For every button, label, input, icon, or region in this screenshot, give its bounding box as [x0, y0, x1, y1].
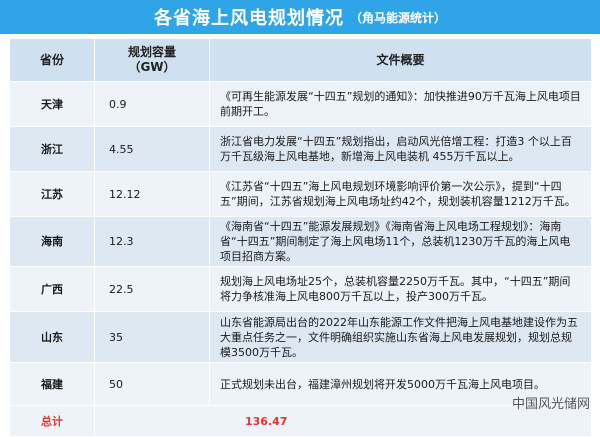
header-capacity-line2: （GW）: [128, 60, 176, 74]
row-summary: 规划海上风电场址25个，总装机容量2250万千瓦。其中，“十四五”期间将力争核准…: [209, 266, 592, 312]
planning-table: 省份 规划容量 （GW） 文件概要 天津 0.9 《可再生能源发展“十四五”规划…: [9, 38, 592, 437]
watermark: 中国风光储网: [511, 397, 590, 412]
row-summary: 《江苏省“十四五”海上风电规划环境影响评价第一次公示》，提到“十四五”期间，江苏…: [209, 171, 592, 217]
row-province: 天津: [9, 81, 95, 127]
table-row: 福建 50 正式规划未出台，福建漳州规划将开发5000万千瓦海上风电项目。: [9, 362, 592, 406]
title-bar: 各省海上风电规划情况 （角马能源统计）: [0, 0, 600, 34]
row-capacity: 0.9: [94, 81, 210, 127]
header-capacity-line1: 规划容量: [127, 45, 176, 59]
row-province: 海南: [9, 216, 95, 267]
table-header-row: 省份 规划容量 （GW） 文件概要: [9, 38, 592, 82]
row-summary: 山东省能源局出台的2022年山东能源工作文件把海上风电基地建设作为五大重点任务之…: [209, 311, 592, 363]
row-province: 山东: [9, 311, 95, 363]
page-title: 各省海上风电规划情况: [153, 8, 344, 29]
row-province: 浙江: [9, 126, 95, 172]
row-summary: 浙江省电力发展“十四五”规划指出，启动风光倍增工程：打造3 个以上百万千瓦级海上…: [209, 126, 592, 172]
header-capacity: 规划容量 （GW）: [94, 38, 210, 82]
page-subtitle: （角马能源统计）: [349, 10, 446, 25]
row-summary: 《海南省“十四五”能源发展规划》《海南省海上风电场工程规划》：海南省“十四五”期…: [209, 216, 592, 267]
table-row: 天津 0.9 《可再生能源发展“十四五”规划的通知》：加快推进90万千瓦海上风电…: [9, 81, 592, 127]
row-capacity: 22.5: [94, 266, 210, 312]
table-row: 广西 22.5 规划海上风电场址25个，总装机容量2250万千瓦。其中，“十四五…: [9, 266, 592, 312]
table-row: 江苏 12.12 《江苏省“十四五”海上风电规划环境影响评价第一次公示》，提到“…: [9, 171, 592, 217]
row-capacity: 35: [94, 311, 210, 363]
row-province: 江苏: [9, 171, 95, 217]
row-capacity: 50: [94, 362, 210, 406]
total-label: 总计: [9, 405, 95, 437]
row-province: 广西: [9, 266, 95, 312]
row-capacity: 4.55: [94, 126, 210, 172]
table-row: 山东 35 山东省能源局出台的2022年山东能源工作文件把海上风电基地建设作为五…: [9, 311, 592, 363]
table-row: 海南 12.3 《海南省“十四五”能源发展规划》《海南省海上风电场工程规划》：海…: [9, 216, 592, 267]
header-summary: 文件概要: [209, 38, 592, 82]
row-capacity: 12.12: [94, 171, 210, 217]
header-province: 省份: [9, 38, 95, 82]
table-row: 浙江 4.55 浙江省电力发展“十四五”规划指出，启动风光倍增工程：打造3 个以…: [9, 126, 592, 172]
row-province: 福建: [9, 362, 95, 406]
row-summary: 《可再生能源发展“十四五”规划的通知》：加快推进90万千瓦海上风电项目前期开工。: [209, 81, 592, 127]
total-row: 总计 136.47: [9, 405, 592, 437]
row-capacity: 12.3: [94, 216, 210, 267]
